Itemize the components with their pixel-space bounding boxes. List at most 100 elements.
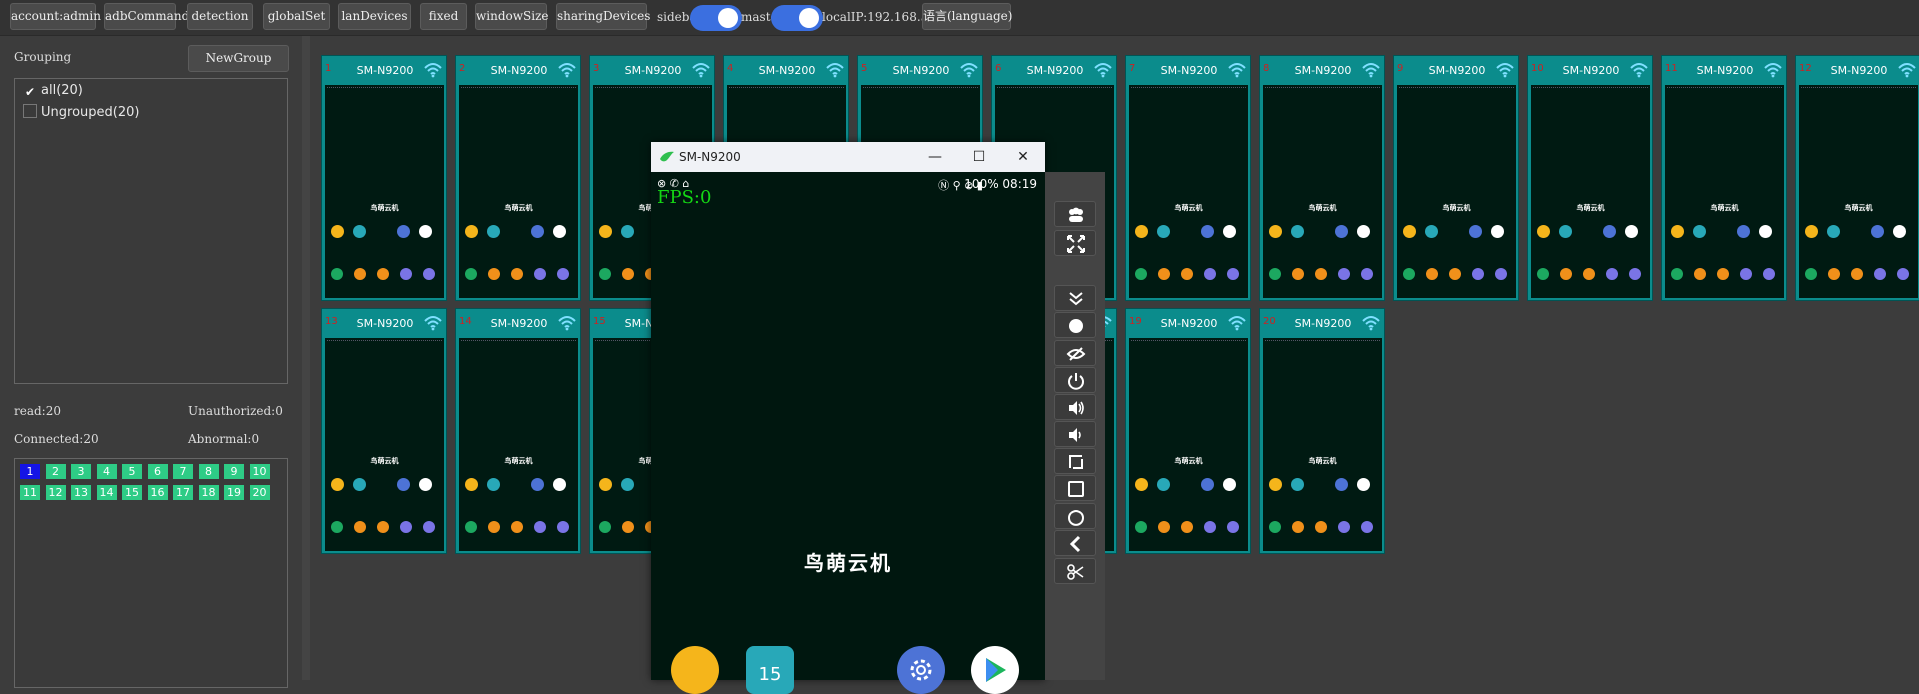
device-screen-preview[interactable]: 鸟萌云机 <box>1397 85 1516 298</box>
device-number-button[interactable]: 15 <box>122 485 142 500</box>
app-icon-gallery[interactable] <box>671 646 719 694</box>
account-button[interactable]: account:admin <box>10 3 101 30</box>
close-button[interactable]: ✕ <box>1001 144 1045 170</box>
wifi-icon <box>960 63 978 78</box>
device-screen-text: 鸟萌云机 <box>1308 457 1337 465</box>
device-number-button[interactable]: 5 <box>122 464 142 479</box>
phone-status-bar: ⊗ ✆ ⌂ Ⓝ ⚲ ⊘ ▮ 100% 08:19 <box>657 177 1037 192</box>
device-tile[interactable]: 1 SM-N9200 鸟萌云机 <box>321 55 447 301</box>
device-tile[interactable]: 11 SM-N9200 鸟萌云机 <box>1661 55 1787 301</box>
device-screen-preview[interactable]: 鸟萌云机 <box>1263 338 1382 551</box>
device-tile[interactable]: 2 SM-N9200 鸟萌云机 <box>455 55 581 301</box>
device-screen-preview[interactable]: 鸟萌云机 <box>1665 85 1784 298</box>
calendar-app-icon[interactable]: 15 <box>746 646 794 694</box>
master-toggle[interactable] <box>771 5 823 31</box>
device-tile[interactable]: 14 SM-N9200 鸟萌云机 <box>455 308 581 554</box>
maximize-button[interactable]: ☐ <box>957 144 1001 170</box>
rotate-button[interactable] <box>1054 503 1096 529</box>
dock-app-icon <box>1694 268 1706 280</box>
device-number-button[interactable]: 14 <box>96 485 117 500</box>
device-number-button[interactable]: 13 <box>71 485 91 500</box>
wifi-icon <box>1228 316 1246 331</box>
dock-app-icon <box>557 268 569 280</box>
sharing-devices-button[interactable]: sharingDevices <box>556 3 650 30</box>
device-screen-preview[interactable]: 鸟萌云机 <box>459 338 578 551</box>
device-screen-preview[interactable]: 鸟萌云机 <box>325 338 444 551</box>
sidebar-toggle[interactable] <box>690 5 742 31</box>
device-tile[interactable]: 7 SM-N9200 鸟萌云机 <box>1125 55 1251 301</box>
panel-divider[interactable] <box>302 36 310 680</box>
volume-down-button[interactable] <box>1054 421 1096 447</box>
device-tile[interactable]: 10 SM-N9200 鸟萌云机 <box>1527 55 1653 301</box>
device-tile[interactable]: 12 SM-N9200 鸟萌云机 <box>1795 55 1919 301</box>
lan-devices-button[interactable]: lanDevices <box>338 3 411 30</box>
device-screen-preview[interactable]: 鸟萌云机 <box>1263 85 1382 298</box>
home-button[interactable] <box>1054 475 1096 501</box>
device-screen[interactable]: ⊗ ✆ ⌂ Ⓝ ⚲ ⊘ ▮ 100% 08:19 FPS:0 鸟萌云机 15 <box>651 172 1045 694</box>
window-titlebar[interactable]: SM-N9200 — ☐ ✕ <box>651 142 1045 172</box>
record-button[interactable] <box>1054 312 1096 338</box>
device-number-button[interactable]: 19 <box>224 485 244 500</box>
group-item-all[interactable]: ✔ all(20) <box>23 83 83 99</box>
device-number-button[interactable]: 16 <box>147 485 168 500</box>
device-number-button[interactable]: 12 <box>45 485 66 500</box>
language-button[interactable]: 语言(language) <box>922 3 1012 30</box>
play-store-app-icon[interactable] <box>971 646 1019 694</box>
device-number-button[interactable]: 2 <box>45 464 66 479</box>
scissors-button[interactable] <box>1054 558 1096 584</box>
device-number-button[interactable]: 1 <box>20 464 40 479</box>
device-number-button[interactable]: 11 <box>20 485 40 500</box>
device-screen-text: 鸟萌云机 <box>370 204 399 212</box>
device-screen-preview[interactable]: 鸟萌云机 <box>1531 85 1650 298</box>
device-screen-preview[interactable]: 鸟萌云机 <box>459 85 578 298</box>
app-icon <box>1469 225 1482 238</box>
mini-status-bar <box>1131 340 1246 343</box>
collapse-button[interactable] <box>1054 285 1096 311</box>
app-icon <box>1805 225 1818 238</box>
volume-up-button[interactable] <box>1054 394 1096 420</box>
device-number-button[interactable]: 8 <box>198 464 219 479</box>
device-number-button[interactable]: 17 <box>173 485 193 500</box>
wifi-icon <box>1228 63 1246 78</box>
device-tile-header: 19 SM-N9200 <box>1126 309 1250 338</box>
window-size-button[interactable]: windowSize <box>475 3 549 30</box>
device-screen-preview[interactable]: 鸟萌云机 <box>1129 85 1248 298</box>
global-set-button[interactable]: globalSet <box>263 3 330 30</box>
fixed-button[interactable]: fixed <box>420 3 467 30</box>
device-number-button[interactable]: 18 <box>198 485 219 500</box>
device-tile[interactable]: 8 SM-N9200 鸟萌云机 <box>1259 55 1385 301</box>
back-button[interactable] <box>1054 530 1096 556</box>
device-tile[interactable]: 13 SM-N9200 鸟萌云机 <box>321 308 447 554</box>
device-screen-preview[interactable]: 鸟萌云机 <box>325 85 444 298</box>
rotate-icon <box>1068 510 1084 526</box>
device-number-button[interactable]: 3 <box>71 464 91 479</box>
device-number-button[interactable]: 9 <box>224 464 244 479</box>
checkmark-icon[interactable]: ✔ <box>23 85 37 99</box>
group-item-ungrouped[interactable]: Ungrouped(20) <box>23 104 139 120</box>
device-tile[interactable]: 20 SM-N9200 鸟萌云机 <box>1259 308 1385 554</box>
device-screen-preview[interactable]: 鸟萌云机 <box>1129 338 1248 551</box>
new-group-button[interactable]: NewGroup <box>188 45 289 72</box>
hide-button[interactable] <box>1054 340 1096 366</box>
device-tile-header: 4 SM-N9200 <box>724 56 848 85</box>
device-tile[interactable]: 9 SM-N9200 鸟萌云机 <box>1393 55 1519 301</box>
fullscreen-button[interactable] <box>1054 230 1096 256</box>
adb-command-button[interactable]: adbCommand <box>104 3 189 30</box>
wifi-icon <box>1362 63 1380 78</box>
minimize-button[interactable]: — <box>913 144 957 170</box>
device-number-button[interactable]: 4 <box>96 464 117 479</box>
device-number-button[interactable]: 20 <box>249 485 270 500</box>
dock-app-icon <box>377 521 389 533</box>
device-screen-preview[interactable]: 鸟萌云机 <box>1799 85 1918 298</box>
checkbox-icon[interactable] <box>23 104 37 118</box>
device-number-button[interactable]: 6 <box>147 464 168 479</box>
device-number-button[interactable]: 10 <box>249 464 270 479</box>
device-number-button[interactable]: 7 <box>173 464 193 479</box>
recent-apps-button[interactable] <box>1054 448 1096 474</box>
device-tile[interactable]: 19 SM-N9200 鸟萌云机 <box>1125 308 1251 554</box>
settings-app-icon[interactable] <box>897 646 945 694</box>
detection-button[interactable]: detection <box>187 3 253 30</box>
dock-app-icon <box>1851 268 1863 280</box>
group-control-button[interactable] <box>1054 201 1096 227</box>
power-button[interactable] <box>1054 367 1096 393</box>
